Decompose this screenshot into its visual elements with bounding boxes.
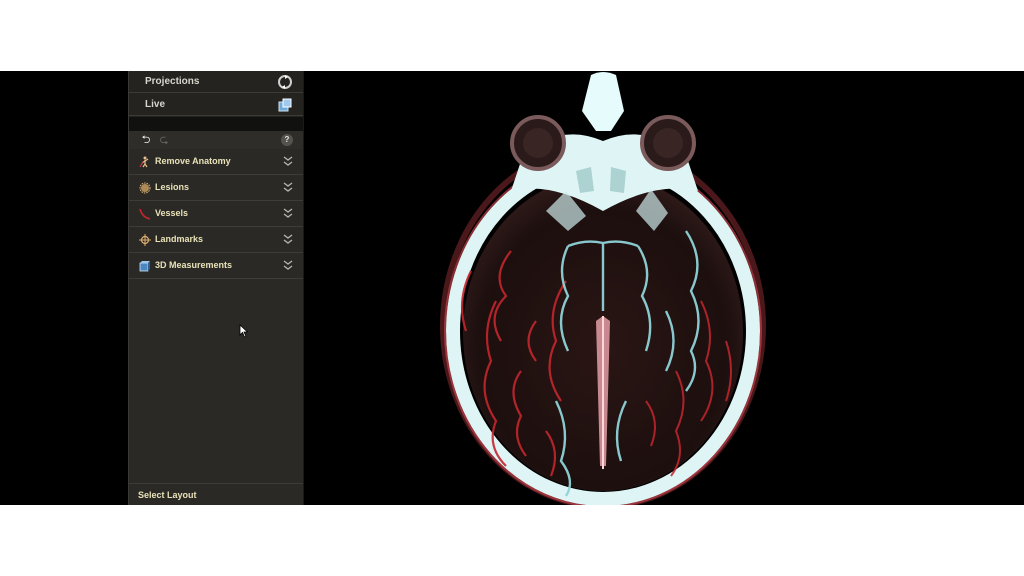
help-button[interactable]: ? — [281, 134, 293, 146]
tool-3d-measurements[interactable]: 3D Measurements — [129, 254, 303, 279]
chevron-down-icon — [283, 208, 293, 218]
undo-icon[interactable]: ⮌ — [139, 134, 153, 146]
vessels-icon — [139, 208, 151, 220]
brain-mip-render[interactable] — [306, 71, 1024, 505]
tools-panel: ⮌ ⮎ ? Remove Anatomy Lesions Vessels Lan… — [129, 131, 303, 505]
tool-label: Lesions — [155, 182, 190, 192]
chevron-down-icon — [283, 156, 293, 166]
undo-redo-bar: ⮌ ⮎ ? — [129, 131, 303, 149]
tool-lesions[interactable]: Lesions — [129, 176, 303, 201]
chevron-down-icon — [283, 182, 293, 192]
sidebar: Projections Live ⮌ ⮎ ? Remove Anatomy Le… — [128, 71, 304, 505]
view-item-live[interactable]: Live — [129, 94, 303, 116]
chevron-down-icon — [283, 234, 293, 244]
projections-icon — [278, 75, 292, 89]
image-viewport[interactable] — [306, 71, 1024, 505]
view-mode-list: Projections Live — [129, 71, 303, 117]
3d-measurements-icon — [139, 261, 150, 272]
remove-anatomy-icon — [139, 156, 149, 168]
section-divider — [129, 117, 303, 131]
tool-label: Vessels — [155, 208, 189, 218]
redo-icon[interactable]: ⮎ — [157, 134, 171, 146]
application-window: Projections Live ⮌ ⮎ ? Remove Anatomy Le… — [0, 71, 1024, 505]
tool-vessels[interactable]: Vessels — [129, 202, 303, 227]
tool-label: 3D Measurements — [155, 260, 233, 270]
view-item-label: Live — [145, 99, 166, 110]
landmarks-icon — [139, 234, 151, 246]
select-layout-button[interactable]: Select Layout — [129, 483, 303, 505]
tool-label: Landmarks — [155, 234, 204, 244]
mouse-cursor-icon — [239, 324, 249, 338]
view-item-projections[interactable]: Projections — [129, 71, 303, 93]
view-item-label: Projections — [145, 76, 200, 87]
tool-landmarks[interactable]: Landmarks — [129, 228, 303, 253]
tool-remove-anatomy[interactable]: Remove Anatomy — [129, 150, 303, 175]
tool-label: Remove Anatomy — [155, 156, 231, 166]
chevron-down-icon — [283, 260, 293, 270]
lesions-icon — [139, 182, 151, 194]
live-icon — [278, 98, 292, 112]
